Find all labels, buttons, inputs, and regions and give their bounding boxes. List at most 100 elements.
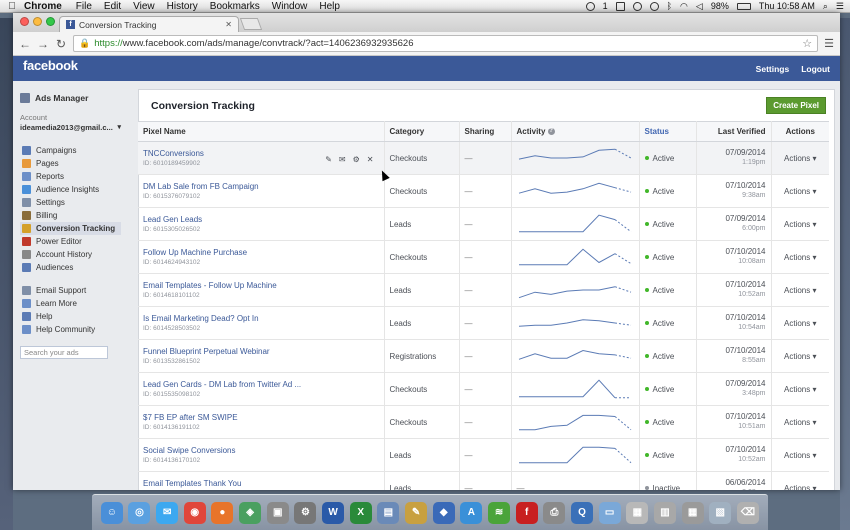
spotify-icon[interactable]: ≋ xyxy=(488,501,511,524)
menu-view[interactable]: View xyxy=(133,1,155,12)
spotlight-icon[interactable]: ⌕ xyxy=(823,1,828,12)
actions-dropdown[interactable]: Actions ▾ xyxy=(771,141,829,175)
settings-link[interactable]: Settings xyxy=(756,64,790,74)
table-row[interactable]: Social Swipe Conversions ID: 601413617010… xyxy=(138,438,829,472)
sidebar-item-reports[interactable]: Reports xyxy=(20,170,121,183)
wifi-icon[interactable]: ◠ xyxy=(680,1,688,12)
preview-icon[interactable]: ▤ xyxy=(377,501,400,524)
sync-icon[interactable] xyxy=(649,1,659,11)
table-row[interactable]: Funnel Blueprint Perpetual Webinar ID: 60… xyxy=(138,339,829,373)
bookmark-star-icon[interactable]: ☆ xyxy=(802,37,812,50)
col-last-verified[interactable]: Last Verified xyxy=(696,121,772,142)
menu-edit[interactable]: Edit xyxy=(104,1,121,12)
pixel-name-link[interactable]: $7 FB EP after SM SWIPE xyxy=(143,413,379,422)
stack-icon[interactable]: ▦ xyxy=(681,501,704,524)
reload-icon[interactable]: ↻ xyxy=(55,37,67,51)
excel-icon[interactable]: X xyxy=(349,501,372,524)
menu-bookmarks[interactable]: Bookmarks xyxy=(210,1,260,12)
actions-dropdown[interactable]: Actions ▾ xyxy=(771,372,829,406)
sidebar-item-help[interactable]: Help xyxy=(20,310,121,323)
sidebar-item-account-history[interactable]: Account History xyxy=(20,248,121,261)
table-row[interactable]: TNCConversions ID: 6010189459902 ✎ ✉ ⚙ ✕ Check… xyxy=(138,141,829,175)
volume-icon[interactable]: ◁ xyxy=(696,1,703,12)
sidebar-item-audience-insights[interactable]: Audience Insights xyxy=(20,183,121,196)
search-ads-input[interactable]: Search your ads xyxy=(20,346,108,359)
gear-icon[interactable]: ⚙ xyxy=(353,155,360,164)
new-tab-button[interactable] xyxy=(239,18,263,30)
create-pixel-button[interactable]: Create Pixel xyxy=(766,97,826,114)
chrome-menu-icon[interactable]: ☰ xyxy=(824,37,834,50)
table-row[interactable]: Lead Gen Leads ID: 6015305026502 Leads — Act… xyxy=(138,207,829,241)
table-row[interactable]: Lead Gen Cards - DM Lab from Twitter Ad … xyxy=(138,372,829,406)
pixel-name-link[interactable]: Is Email Marketing Dead? Opt In xyxy=(143,314,379,323)
menu-file[interactable]: File xyxy=(76,1,92,12)
sidebar-item-power-editor[interactable]: Power Editor xyxy=(20,235,121,248)
printer-icon[interactable]: ⎙ xyxy=(543,501,566,524)
table-row[interactable]: Email Templates - Follow Up Machine ID: 6… xyxy=(138,273,829,307)
bluetooth-icon[interactable]: ᛒ xyxy=(667,1,672,11)
downloads-icon[interactable]: ▥ xyxy=(653,501,676,524)
actions-dropdown[interactable]: Actions ▾ xyxy=(771,207,829,241)
menu-window[interactable]: Window xyxy=(272,1,308,12)
zoom-window-icon[interactable] xyxy=(46,17,55,26)
photo-icon[interactable]: ▣ xyxy=(266,501,289,524)
col-sharing[interactable]: Sharing xyxy=(459,121,512,142)
actions-dropdown[interactable]: Actions ▾ xyxy=(771,339,829,373)
pixel-name-link[interactable]: Social Swipe Conversions xyxy=(143,446,379,455)
actions-dropdown[interactable]: Actions ▾ xyxy=(771,174,829,208)
notification-badge[interactable]: 1 xyxy=(603,1,608,11)
close-window-icon[interactable] xyxy=(20,17,29,26)
sidebar-item-audiences[interactable]: Audiences xyxy=(20,261,121,274)
col-category[interactable]: Category xyxy=(384,121,460,142)
pixel-name-link[interactable]: DM Lab Sale from FB Campaign xyxy=(143,182,379,191)
actions-dropdown[interactable]: Actions ▾ xyxy=(771,306,829,340)
pixel-name-link[interactable]: Email Templates Thank You xyxy=(143,479,379,488)
sketch-icon[interactable]: ✎ xyxy=(405,501,428,524)
app-store-icon[interactable]: A xyxy=(460,501,483,524)
table-row[interactable]: Email Templates Thank YouID: 60134184923… xyxy=(138,471,829,490)
network-icon[interactable]: ◈ xyxy=(239,501,262,524)
trash-icon[interactable]: ⌫ xyxy=(736,501,759,524)
account-selector[interactable]: ideamedia2013@gmail.c... ▾ xyxy=(20,123,121,132)
mail-icon[interactable]: ✉ xyxy=(339,155,346,164)
actions-dropdown[interactable]: Actions ▾ xyxy=(771,405,829,439)
col-status[interactable]: Status xyxy=(639,121,697,142)
close-tab-icon[interactable]: ✕ xyxy=(225,20,232,29)
sidebar-item-learn-more[interactable]: Learn More xyxy=(20,297,121,310)
table-row[interactable]: $7 FB EP after SM SWIPE ID: 6014136191102… xyxy=(138,405,829,439)
flash-icon[interactable]: f xyxy=(515,501,538,524)
pixel-name-link[interactable]: Follow Up Machine Purchase xyxy=(143,248,379,257)
logout-link[interactable]: Logout xyxy=(801,64,830,74)
menu-history[interactable]: History xyxy=(167,1,198,12)
sidebar-item-billing[interactable]: Billing xyxy=(20,209,121,222)
finder-icon[interactable]: ☺ xyxy=(100,501,123,524)
sidebar-item-conversion-tracking[interactable]: Conversion Tracking xyxy=(20,222,121,235)
actions-dropdown[interactable]: Actions ▾ xyxy=(771,471,829,490)
sidebar-item-pages[interactable]: Pages xyxy=(20,157,121,170)
sidebar-item-campaigns[interactable]: Campaigns xyxy=(20,144,121,157)
address-bar[interactable]: 🔒 https:// www.facebook.com/ads/manage/c… xyxy=(73,35,819,52)
menu-help[interactable]: Help xyxy=(319,1,340,12)
quicktime-icon[interactable]: Q xyxy=(570,501,593,524)
record-icon[interactable] xyxy=(585,1,595,11)
actions-dropdown[interactable]: Actions ▾ xyxy=(771,438,829,472)
firefox-icon[interactable]: ● xyxy=(211,501,234,524)
actions-dropdown[interactable]: Actions ▾ xyxy=(771,273,829,307)
pixel-name-link[interactable]: Lead Gen Leads xyxy=(143,215,379,224)
messages-icon[interactable]: ✉ xyxy=(156,501,179,524)
pencil-icon[interactable]: ✎ xyxy=(325,155,332,164)
word-icon[interactable]: W xyxy=(322,501,345,524)
sidebar-item-help-community[interactable]: Help Community xyxy=(20,323,121,336)
app-menu[interactable]: Chrome xyxy=(24,1,62,12)
drive-icon[interactable] xyxy=(615,1,625,11)
chrome-icon[interactable]: ◉ xyxy=(183,501,206,524)
close-icon[interactable]: ✕ xyxy=(367,155,374,164)
browser-tab[interactable]: f Conversion Tracking ✕ xyxy=(59,16,239,32)
folder-icon[interactable]: ▭ xyxy=(598,501,621,524)
settings-icon[interactable]: ⚙ xyxy=(294,501,317,524)
info-icon[interactable]: ? xyxy=(547,128,555,136)
ads-manager-header[interactable]: Ads Manager xyxy=(20,93,121,103)
col-pixel-name[interactable]: Pixel Name xyxy=(138,121,385,142)
apple-icon[interactable]:  xyxy=(0,1,24,12)
notification-center-icon[interactable]: ☰ xyxy=(836,1,844,12)
